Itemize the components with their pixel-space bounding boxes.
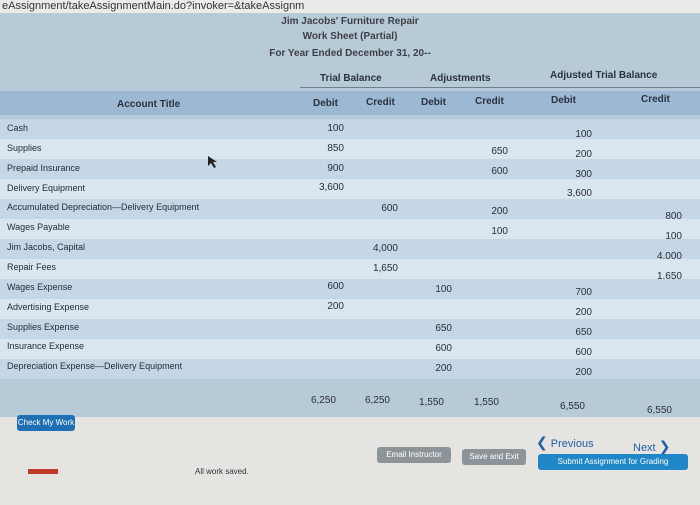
table-row: Cash 100 100: [0, 119, 700, 140]
account-title-cell: Jim Jacobs, Capital: [7, 242, 86, 253]
account-title-cell: Accumulated Depreciation—Delivery Equipm…: [7, 202, 200, 213]
adj-credit-header: Credit: [475, 96, 504, 107]
total-tb-debit: 6,250: [310, 395, 336, 406]
account-title-cell: Delivery Equipment: [7, 182, 86, 193]
adj-credit-cell[interactable]: 100: [468, 226, 508, 237]
previous-label: Previous: [550, 438, 594, 450]
table-row: Supplies 850 650 200: [0, 139, 700, 160]
mouse-cursor-icon: [208, 156, 217, 168]
trial-balance-header: Trial Balance: [320, 73, 382, 84]
atb-debit-header: Debit: [551, 95, 576, 106]
adjustments-header: Adjustments: [430, 73, 491, 84]
account-title-cell: Supplies: [7, 142, 42, 153]
adj-debit-cell[interactable]: 650: [412, 323, 452, 334]
table-row: Insurance Expense 600 600: [0, 339, 700, 359]
chevron-left-icon: ❮: [536, 434, 548, 450]
total-adj-debit: 1,550: [418, 397, 444, 408]
account-title-cell: Supplies Expense: [7, 321, 80, 332]
adj-credit-cell[interactable]: 650: [468, 146, 508, 157]
atb-credit-header: Credit: [641, 94, 670, 105]
save-and-exit-button[interactable]: Save and Exit: [462, 449, 526, 465]
total-atb-debit: 6,550: [559, 401, 585, 412]
table-row: Delivery Equipment 3,600 3,600: [0, 179, 700, 199]
assignment-footer: Check My Work ❮ Previous Next ❯ All work…: [0, 415, 700, 505]
total-atb-credit: 6,550: [646, 405, 672, 416]
tb-debit-cell[interactable]: 100: [304, 123, 344, 134]
browser-url-bar[interactable]: eAssignment/takeAssignmentMain.do?invoke…: [0, 0, 700, 13]
atb-debit-cell[interactable]: 650: [552, 327, 592, 338]
account-title-cell: Insurance Expense: [7, 341, 85, 352]
header-divider: [300, 87, 700, 88]
table-row: Supplies Expense 650 650: [0, 319, 700, 339]
adj-credit-cell[interactable]: 600: [468, 166, 508, 177]
total-tb-credit: 6,250: [364, 395, 390, 406]
worksheet-period: For Year Ended December 31, 20--: [269, 48, 431, 59]
chevron-right-icon: ❯: [658, 438, 671, 454]
table-row: Wages Expense 600 100 700: [0, 279, 700, 299]
tb-debit-cell[interactable]: 900: [304, 163, 344, 174]
tb-debit-cell[interactable]: 3,600: [304, 182, 344, 193]
account-title-cell: Advertising Expense: [7, 301, 90, 312]
tb-debit-cell[interactable]: 850: [304, 143, 344, 154]
tb-debit-header: Debit: [313, 98, 338, 109]
tb-credit-cell[interactable]: 4,000: [358, 243, 398, 254]
table-row: Accumulated Depreciation—Delivery Equipm…: [0, 199, 700, 222]
atb-debit-cell[interactable]: 700: [552, 287, 592, 298]
table-row: Jim Jacobs, Capital 4,000 4,000: [0, 239, 700, 262]
adj-debit-cell[interactable]: 600: [412, 343, 452, 354]
adj-debit-cell[interactable]: 100: [412, 284, 452, 295]
tb-debit-cell[interactable]: 600: [304, 281, 344, 292]
next-button[interactable]: Next ❯: [633, 436, 670, 456]
total-adj-credit: 1,550: [473, 397, 499, 408]
company-name: Jim Jacobs' Furniture Repair: [281, 16, 419, 27]
worksheet-panel: Jim Jacobs' Furniture Repair Work Sheet …: [0, 13, 700, 417]
table-row: Wages Payable 100 100: [0, 219, 700, 242]
tb-credit-cell[interactable]: 1,650: [358, 263, 398, 274]
table-row: Advertising Expense 200 200: [0, 299, 700, 319]
adj-debit-cell[interactable]: 200: [412, 363, 452, 374]
account-title-header: Account Title: [117, 99, 181, 110]
adj-credit-cell[interactable]: 200: [468, 206, 508, 217]
account-title-cell: Wages Payable: [7, 222, 70, 233]
next-label: Next: [633, 442, 656, 454]
submit-assignment-button[interactable]: Submit Assignment for Grading: [538, 454, 688, 470]
atb-debit-cell[interactable]: 3,600: [552, 188, 592, 199]
account-title-cell: Depreciation Expense—Delivery Equipment: [7, 361, 183, 372]
account-title-cell: Prepaid Insurance: [7, 162, 81, 173]
check-my-work-button[interactable]: Check My Work: [17, 415, 75, 431]
adj-debit-header: Debit: [421, 97, 446, 108]
account-title-cell: Cash: [7, 123, 29, 133]
email-instructor-button[interactable]: Email Instructor: [377, 447, 451, 463]
tb-credit-cell[interactable]: 600: [358, 203, 398, 214]
adjusted-trial-balance-header: Adjusted Trial Balance: [550, 70, 658, 81]
tb-credit-header: Credit: [366, 97, 395, 108]
table-row: Depreciation Expense—Delivery Equipment 2…: [0, 359, 700, 379]
tb-debit-cell[interactable]: 200: [304, 301, 344, 312]
table-row: Repair Fees 1,650 1,650: [0, 259, 700, 282]
totals-row: 6,250 6,250 1,550 1,550 6,550 6,550: [0, 395, 700, 416]
atb-debit-cell[interactable]: 600: [552, 347, 592, 358]
worksheet-title: Work Sheet (Partial): [302, 31, 398, 42]
atb-debit-cell[interactable]: 200: [552, 367, 592, 378]
logo-strip: [28, 469, 58, 474]
save-status: All work saved.: [195, 467, 249, 476]
column-header-row: Account Title Debit Credit Debit Credit …: [0, 91, 700, 115]
atb-debit-cell[interactable]: 200: [552, 307, 592, 318]
account-title-cell: Repair Fees: [7, 261, 57, 272]
account-title-cell: Wages Expense: [7, 281, 73, 292]
atb-debit-cell[interactable]: 300: [552, 169, 592, 180]
table-row: Prepaid Insurance 900 600 300: [0, 159, 700, 180]
previous-button[interactable]: ❮ Previous: [536, 432, 594, 452]
